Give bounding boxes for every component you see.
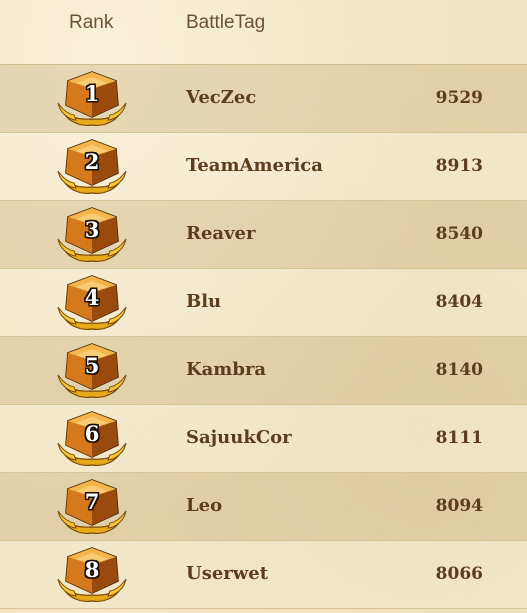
player-battletag[interactable]: Kambra: [186, 359, 266, 380]
leaderboard-table: 1 VecZec 9529 2 TeamAmerica 8913 3 Reave…: [0, 64, 527, 613]
rank-number: 3: [84, 217, 100, 242]
player-rating: 8404: [435, 292, 483, 312]
player-battletag[interactable]: Blu: [186, 291, 221, 312]
player-rating: 8094: [435, 496, 483, 516]
leaderboard-header: Rank BattleTag: [0, 0, 527, 64]
leaderboard-row[interactable]: 8 Userwet 8066: [0, 541, 527, 609]
leaderboard-row[interactable]: 5 Kambra 8140: [0, 337, 527, 405]
player-rating: 8111: [435, 428, 483, 448]
rank-number: 4: [84, 285, 100, 310]
rank-number: 5: [84, 353, 100, 378]
rank-column-header: Rank: [69, 12, 114, 33]
legend-rank-badge-icon: 7: [56, 477, 128, 537]
player-rating: 8066: [435, 564, 483, 584]
rank-number: 7: [84, 489, 100, 514]
player-rating: 8540: [435, 224, 483, 244]
player-battletag[interactable]: TeamAmerica: [186, 155, 323, 176]
legend-rank-badge-icon: 8: [56, 545, 128, 605]
player-rating: 9529: [435, 88, 483, 108]
legend-rank-badge-icon: 2: [56, 137, 128, 197]
player-rating: 8140: [435, 360, 483, 380]
leaderboard-row[interactable]: 4 Blu 8404: [0, 269, 527, 337]
rank-number: 8: [84, 557, 100, 582]
player-rating: 8913: [435, 156, 483, 176]
legend-rank-badge-icon: 4: [56, 273, 128, 333]
legend-rank-badge-icon: 6: [56, 409, 128, 469]
rank-number: 6: [84, 421, 100, 446]
rank-number: 2: [84, 149, 100, 174]
leaderboard-row[interactable]: 2 TeamAmerica 8913: [0, 133, 527, 201]
player-battletag[interactable]: Userwet: [186, 563, 268, 584]
player-battletag[interactable]: SajuukCor: [186, 427, 292, 448]
player-battletag[interactable]: Reaver: [186, 223, 255, 244]
legend-rank-badge-icon: 5: [56, 341, 128, 401]
leaderboard-row[interactable]: 7 Leo 8094: [0, 473, 527, 541]
leaderboard-row[interactable]: 6 SajuukCor 8111: [0, 405, 527, 473]
leaderboard-row[interactable]: 3 Reaver 8540: [0, 201, 527, 269]
leaderboard-row[interactable]: 1 VecZec 9529: [0, 65, 527, 133]
battletag-column-header: BattleTag: [186, 12, 266, 33]
rank-number: 1: [84, 81, 100, 106]
player-battletag[interactable]: VecZec: [186, 87, 256, 108]
player-battletag[interactable]: Leo: [186, 495, 222, 516]
legend-rank-badge-icon: 3: [56, 205, 128, 265]
legend-rank-badge-icon: 1: [56, 69, 128, 129]
